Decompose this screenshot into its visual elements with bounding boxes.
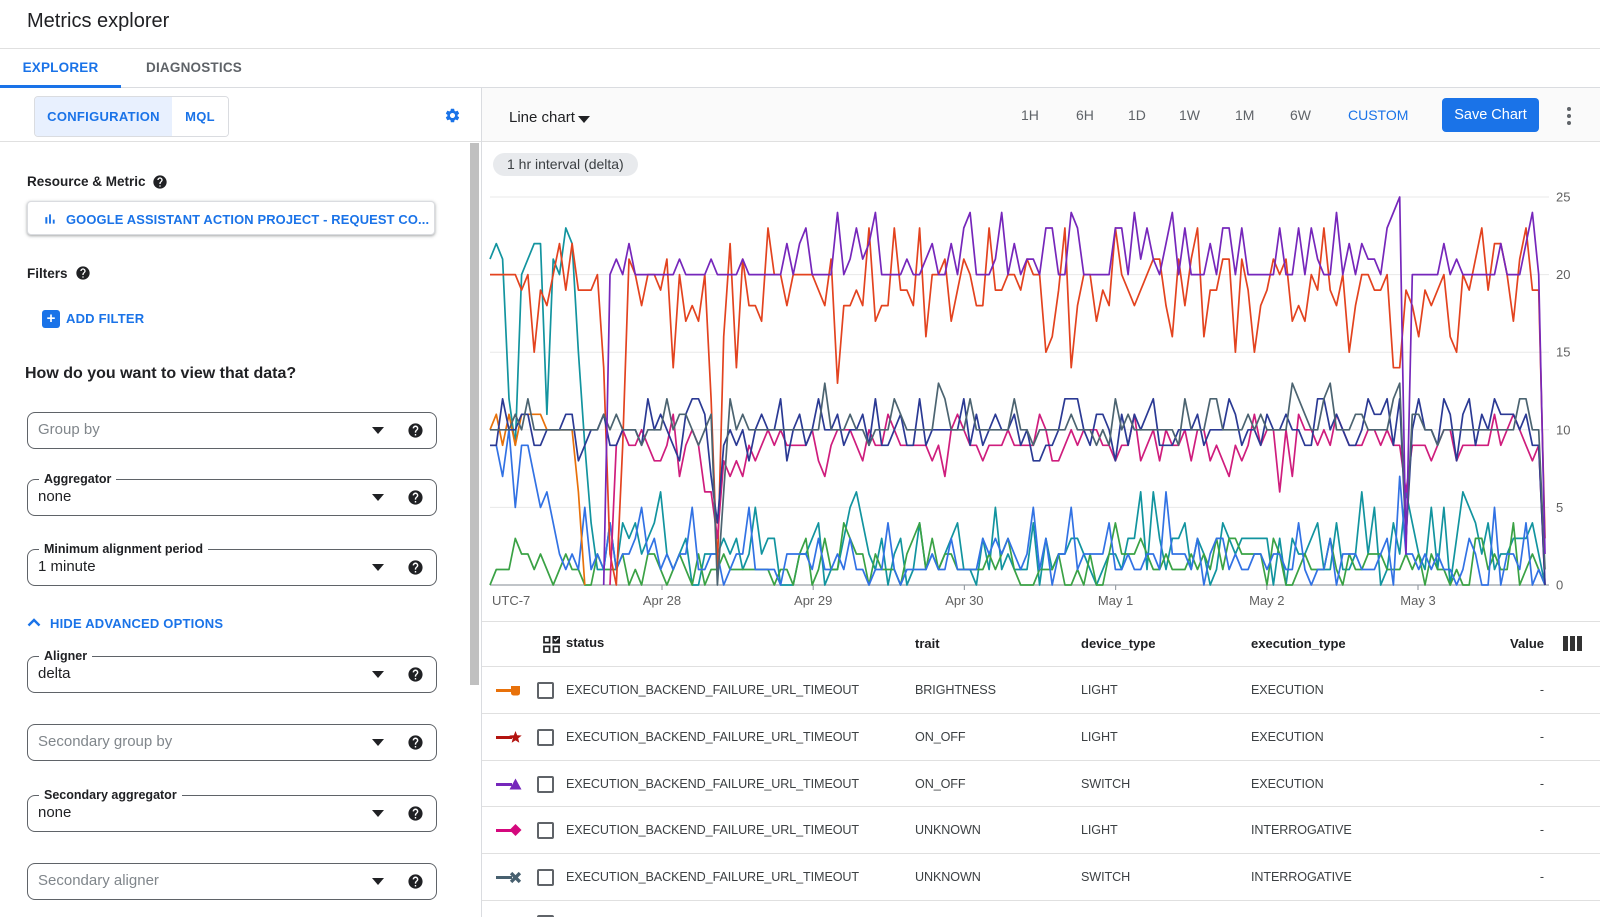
- svg-text:May 1: May 1: [1098, 593, 1133, 608]
- svg-text:5: 5: [1556, 500, 1563, 515]
- svg-text:15: 15: [1556, 345, 1570, 360]
- svg-text:0: 0: [1556, 578, 1563, 593]
- svg-text:Apr 28: Apr 28: [643, 593, 681, 608]
- svg-text:25: 25: [1556, 190, 1570, 205]
- svg-text:May 2: May 2: [1249, 593, 1284, 608]
- svg-text:20: 20: [1556, 267, 1570, 282]
- svg-text:Apr 30: Apr 30: [945, 593, 983, 608]
- svg-text:Apr 29: Apr 29: [794, 593, 832, 608]
- svg-text:UTC-7: UTC-7: [492, 593, 530, 608]
- svg-text:May 3: May 3: [1400, 593, 1435, 608]
- svg-text:10: 10: [1556, 422, 1570, 437]
